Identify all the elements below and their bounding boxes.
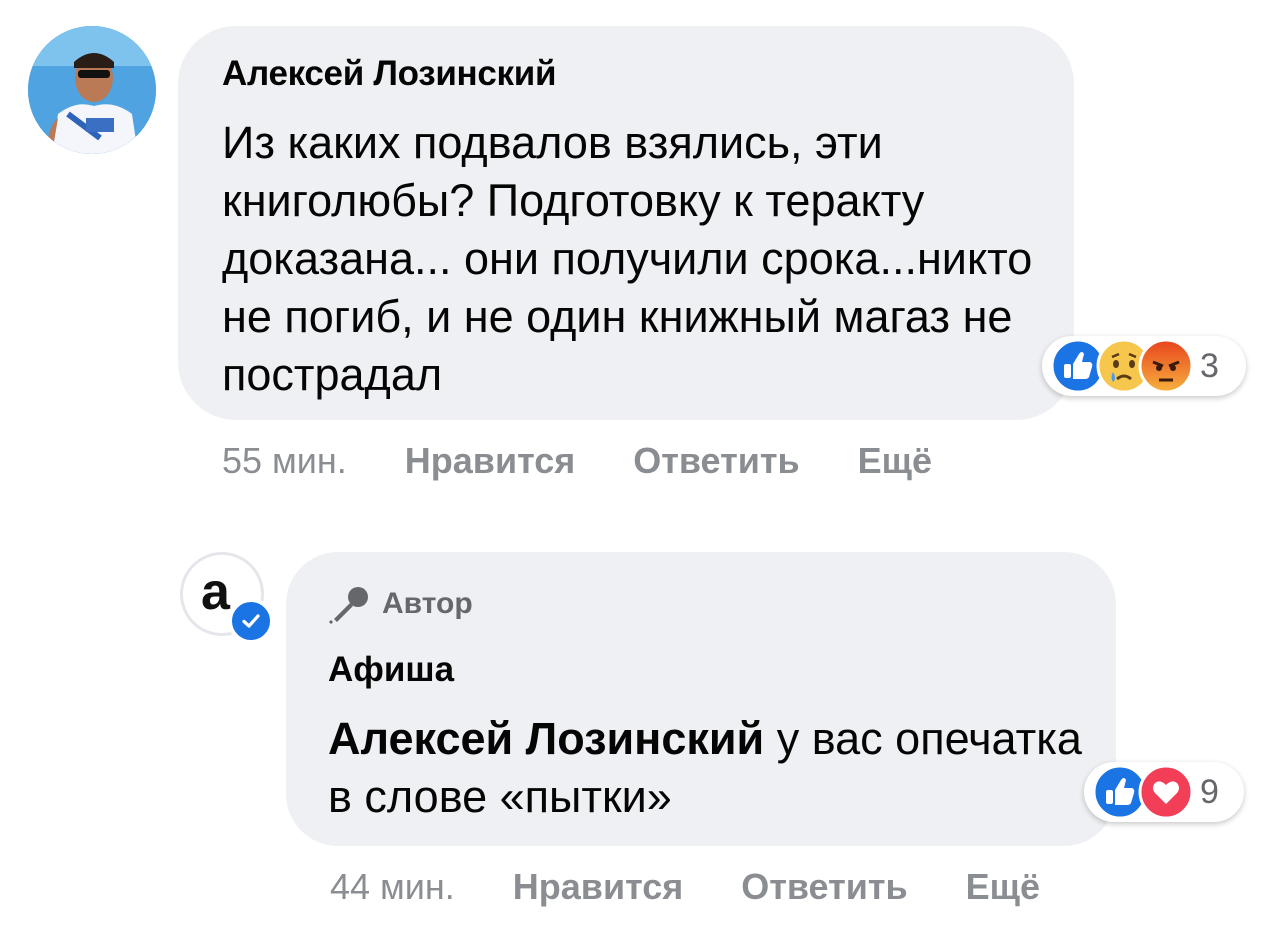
- svg-text:а: а: [201, 563, 231, 621]
- comment-meta: 55 мин. Нравится Ответить Ещё: [222, 440, 932, 482]
- author-badge: Автор: [328, 584, 473, 624]
- microphone-icon: [328, 587, 368, 624]
- comment-time[interactable]: 44 мин.: [330, 866, 455, 908]
- comment-time[interactable]: 55 мин.: [222, 440, 347, 482]
- reply-button[interactable]: Ответить: [633, 440, 799, 482]
- comment-text: Из каких подвалов взялись, эти книголюбы…: [222, 117, 1033, 400]
- comment-text: Алексей Лозинский у вас опечатка в слове…: [328, 710, 1108, 826]
- comment-meta: 44 мин. Нравится Ответить Ещё: [330, 866, 1040, 908]
- comment-author[interactable]: Алексей Лозинский: [222, 54, 556, 94]
- reaction-count: 3: [1200, 346, 1219, 385]
- commenter-avatar[interactable]: [28, 26, 156, 154]
- reply-bubble: Автор Афиша Алексей Лозинский у вас опеч…: [286, 552, 1116, 846]
- reaction-count: 9: [1200, 772, 1219, 811]
- reactions-summary[interactable]: 3: [1042, 336, 1246, 396]
- like-button[interactable]: Нравится: [405, 440, 575, 482]
- reactions-summary[interactable]: 9: [1084, 762, 1244, 822]
- comment-bubble: Алексей Лозинский Из каких подвалов взял…: [178, 26, 1074, 420]
- like-button[interactable]: Нравится: [513, 866, 683, 908]
- reply-button[interactable]: Ответить: [741, 866, 907, 908]
- angry-icon: [1138, 338, 1194, 394]
- more-button[interactable]: Ещё: [966, 866, 1040, 908]
- more-button[interactable]: Ещё: [858, 440, 932, 482]
- verified-badge-icon: [228, 598, 274, 644]
- mention-link[interactable]: Алексей Лозинский: [328, 713, 764, 764]
- comment-author[interactable]: Афиша: [328, 650, 454, 690]
- badge-label: Автор: [382, 587, 473, 620]
- love-icon: [1138, 764, 1194, 820]
